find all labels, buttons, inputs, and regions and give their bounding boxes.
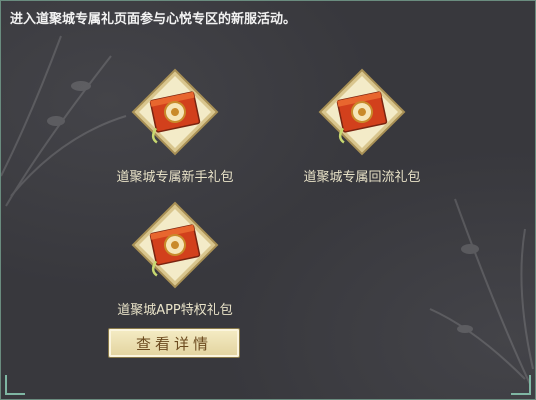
- gift-newbie[interactable]: 道聚城专属新手礼包: [90, 68, 260, 188]
- gift-label: 道聚城专属新手礼包: [116, 170, 234, 185]
- gift-app-privilege[interactable]: 道聚城APP特权礼包: [90, 201, 260, 321]
- view-details-button[interactable]: 查看详情: [108, 328, 240, 358]
- activity-panel: 进入道聚城专属礼页面参与心悦专区的新服活动。 道聚城专属新手礼包 道聚城专属回流…: [0, 0, 536, 400]
- gift-returning[interactable]: 道聚城专属回流礼包: [277, 68, 447, 188]
- gift-box-icon[interactable]: [318, 68, 406, 156]
- gift-box-icon[interactable]: [131, 68, 219, 156]
- gift-box-icon[interactable]: [131, 201, 219, 289]
- gift-label: 道聚城APP特权礼包: [117, 303, 233, 318]
- gift-label: 道聚城专属回流礼包: [303, 170, 421, 185]
- corner-ornament-right: [511, 375, 531, 395]
- activity-description: 进入道聚城专属礼页面参与心悦专区的新服活动。: [10, 12, 297, 27]
- corner-ornament-left: [5, 375, 25, 395]
- orchid-decoration-right: [429, 198, 534, 385]
